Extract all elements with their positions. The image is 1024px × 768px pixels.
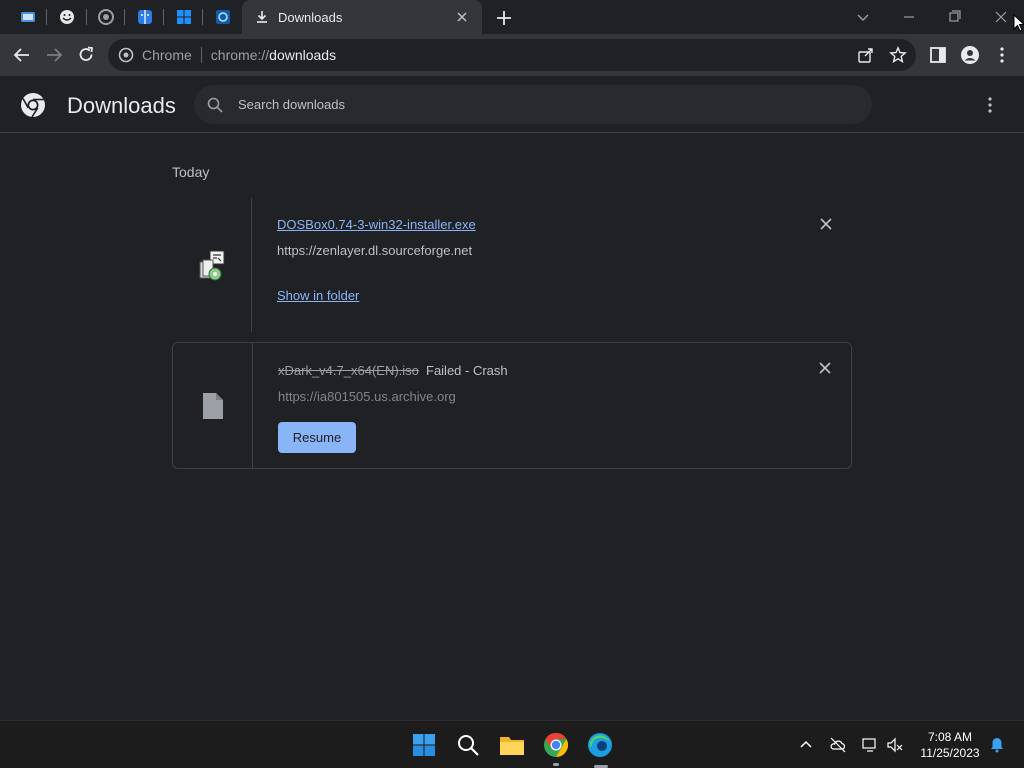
tab-separator [163,9,164,25]
show-hidden-icons-chevron-icon[interactable] [797,736,815,754]
clock-date: 11/25/2023 [920,746,980,760]
side-panel-icon[interactable] [928,45,948,65]
bookmark-star-icon[interactable] [889,46,907,64]
show-in-folder-link[interactable]: Show in folder [277,288,359,303]
generic-file-icon [202,392,223,419]
close-window-icon[interactable] [990,6,1012,28]
download-icon [257,11,267,23]
mouse-cursor-icon [1013,14,1024,32]
circle-globe-icon [98,9,114,25]
settings-app-icon [216,10,230,24]
download-source-url: https://ia801505.us.archive.org [278,389,456,404]
file-explorer-button[interactable] [498,731,526,759]
pinned-tab-5[interactable] [167,4,201,30]
omnibox-url-scheme: chrome:// [210,47,270,63]
tab-separator [46,9,47,25]
search-downloads-input[interactable] [238,97,838,112]
new-tab-icon[interactable] [494,8,514,28]
omnibox-url-path: downloads [269,47,337,63]
network-icon[interactable] [861,736,879,754]
file-icon-column [173,343,253,468]
address-bar[interactable]: Chrome chrome:// downloads [108,39,916,71]
onedrive-offline-icon[interactable] [829,736,847,754]
download-filename-failed: xDark_v4.7_x64(EN).iso [278,363,419,378]
omnibox-origin: Chrome [142,47,192,63]
remove-download-icon[interactable] [818,216,834,232]
search-downloads-box[interactable] [194,85,872,124]
start-button[interactable] [410,731,438,759]
chrome-taskbar-button[interactable] [542,731,570,759]
chrome-app-icon [544,733,569,757]
omnibox-divider [200,47,202,63]
volume-muted-icon[interactable] [886,736,904,754]
tab-separator [202,9,203,25]
share-icon[interactable] [857,46,875,64]
folder-icon [500,737,524,755]
downloads-header: Downloads [0,76,1024,133]
download-status: Failed - Crash [426,363,508,378]
more-actions-icon[interactable] [980,95,1000,115]
pinned-tab-4[interactable] [128,4,162,30]
troll-face-icon [60,10,74,24]
windows-start-icon [413,734,435,756]
date-header: Today [172,164,210,180]
tab-search-chevron-icon[interactable] [852,6,874,28]
chrome-site-icon [118,47,134,63]
taskbar-search-button[interactable] [454,731,482,759]
tab-downloads[interactable]: Downloads [242,0,482,34]
pinned-tab-1[interactable] [11,4,45,30]
windows-logo-icon [177,10,191,24]
pinned-tab-2[interactable] [50,4,84,30]
download-source-url: https://zenlayer.dl.sourceforge.net [277,243,473,258]
installer-file-icon [199,250,224,281]
tab-strip: Downloads [0,0,1024,34]
notification-bell-icon[interactable] [988,736,1006,754]
page-title: Downloads [67,93,176,118]
windows-taskbar: 7:08 AM 11/25/2023 [0,720,1024,768]
forward-arrow-icon[interactable] [44,45,64,65]
remove-download-icon[interactable] [817,360,833,376]
taskbar-search-icon [458,735,479,756]
browser-menu-icon[interactable] [992,45,1012,65]
file-icon-column [172,198,252,332]
pinned-tab-3[interactable] [89,4,123,30]
download-item: xDark_v4.7_x64(EN).iso Failed - Crash ht… [172,342,852,469]
profile-icon[interactable] [960,45,980,65]
pinned-favicon-icon [21,12,35,22]
resume-button[interactable]: Resume [278,422,356,453]
chrome-logo-icon [21,93,45,118]
minimize-icon[interactable] [898,6,920,28]
download-filename-link[interactable]: DOSBox0.74-3-win32-installer.exe [277,217,476,232]
edge-taskbar-button[interactable] [586,731,614,759]
tab-title: Downloads [278,9,343,25]
clock-time: 7:08 AM [927,730,973,744]
reload-icon[interactable] [76,45,96,65]
system-clock[interactable]: 7:08 AM 11/25/2023 [912,729,988,761]
restore-icon[interactable] [944,6,966,28]
pinned-tab-6[interactable] [206,4,240,30]
running-indicator [553,763,559,766]
back-arrow-icon[interactable] [12,45,32,65]
close-tab-icon[interactable] [454,9,470,25]
tab-separator [86,9,87,25]
edge-app-icon [588,733,612,757]
download-item: DOSBox0.74-3-win32-installer.exe https:/… [172,198,852,332]
browser-toolbar: Chrome chrome:// downloads [0,34,1024,76]
finder-face-icon [138,10,152,24]
tab-separator [124,9,125,25]
search-icon [207,97,223,113]
